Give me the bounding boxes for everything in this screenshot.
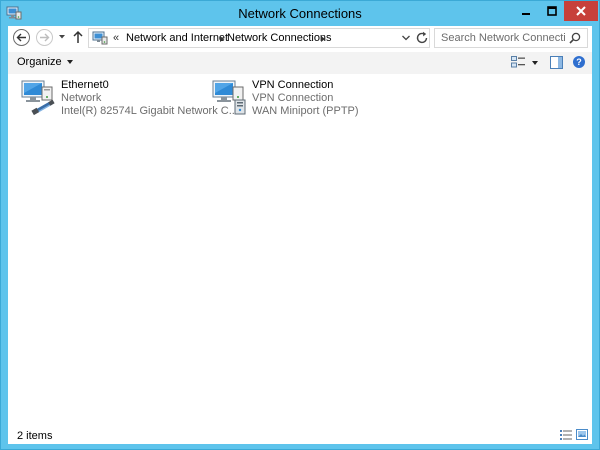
close-icon (576, 6, 586, 16)
chevron-down-icon (66, 60, 73, 64)
up-arrow-icon[interactable] (72, 30, 84, 44)
details-view-icon[interactable] (560, 430, 572, 440)
search-box[interactable] (434, 28, 588, 48)
breadcrumb-separator-icon[interactable] (321, 36, 325, 42)
arrow-right-icon (40, 33, 50, 42)
item-type: VPN Connection (252, 92, 334, 104)
status-bar: 2 items (8, 426, 592, 444)
forward-button[interactable] (36, 29, 53, 46)
close-button[interactable] (564, 1, 598, 21)
list-item-ethernet0[interactable]: Ethernet0 Network Intel(R) 82574L Gigabi… (20, 78, 238, 120)
search-icon[interactable] (569, 32, 581, 44)
item-name: VPN Connection (252, 79, 334, 91)
breadcrumb-separator-icon[interactable] (220, 36, 224, 42)
organize-label: Organize (17, 56, 62, 68)
view-options-chevron-icon[interactable] (532, 61, 538, 65)
ethernet-adapter-icon (21, 80, 55, 116)
window-title: Network Connections (238, 6, 362, 21)
address-bar[interactable]: « Network and Internet Network Connectio… (88, 28, 430, 48)
explorer-window: Network Connections « Network and Intern… (0, 0, 600, 450)
vpn-adapter-icon (212, 80, 246, 115)
client-area: « Network and Internet Network Connectio… (8, 26, 592, 444)
item-device: WAN Miniport (PPTP) (252, 105, 359, 117)
list-item-vpn-connection[interactable]: VPN Connection VPN Connection WAN Minipo… (211, 78, 411, 120)
organize-button[interactable]: Organize (17, 56, 73, 68)
minimize-icon (522, 13, 530, 15)
maximize-button[interactable] (539, 1, 564, 21)
minimize-button[interactable] (513, 1, 539, 21)
search-input[interactable] (435, 29, 565, 47)
item-details: VPN Connection VPN Connection WAN Minipo… (252, 79, 359, 118)
arrow-left-icon (16, 33, 26, 42)
navigation-bar: « Network and Internet Network Connectio… (8, 26, 592, 51)
back-button[interactable] (13, 29, 30, 46)
change-view-icon[interactable] (511, 56, 525, 69)
breadcrumb-network-connections[interactable]: Network Connections (227, 32, 332, 44)
breadcrumb-network-and-internet[interactable]: Network and Internet (126, 32, 228, 44)
item-count: 2 items (17, 430, 53, 442)
refresh-icon[interactable] (416, 31, 429, 45)
preview-pane-icon[interactable] (550, 56, 563, 69)
title-bar[interactable]: Network Connections (1, 1, 599, 26)
network-folder-icon (92, 31, 108, 45)
help-icon[interactable]: ? (573, 56, 585, 68)
recent-locations-icon[interactable] (58, 32, 66, 42)
command-bar: Organize ? (8, 52, 592, 74)
large-icons-view-icon[interactable] (576, 429, 588, 440)
breadcrumb-overflow[interactable]: « (113, 32, 119, 44)
chevron-down-icon[interactable] (401, 34, 411, 42)
maximize-icon (546, 6, 557, 16)
